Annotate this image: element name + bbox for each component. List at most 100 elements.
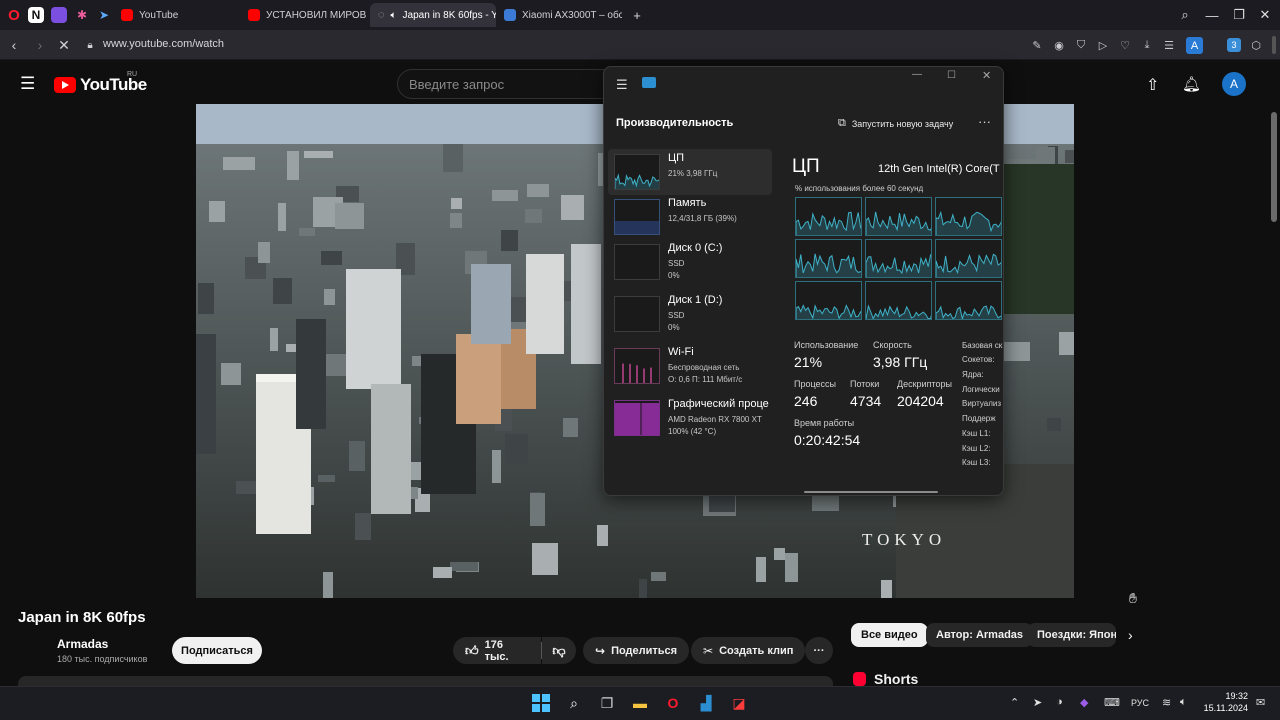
disk0-mini-graph [614,244,660,280]
amd-software-icon[interactable]: ◪ [728,692,750,714]
pinned-tab-slack-icon[interactable]: ✱ [72,5,92,25]
chip-trips[interactable]: Поездки: Японі [1027,623,1116,647]
tm-minimize-button[interactable]: — [912,69,922,80]
share-button[interactable]: ↪ Поделиться [583,637,690,664]
page-scrollbar[interactable] [1271,112,1277,222]
cpu-info-label: Кэш L2: [962,444,991,453]
memory-mini-graph [614,199,660,235]
minimize-button[interactable]: — [1203,6,1221,24]
notifications-bell-icon[interactable]: 🔔︎ [1182,75,1201,93]
search-input[interactable] [398,70,617,98]
extensions-cube-icon[interactable]: ⬡ [1249,38,1263,52]
volume-icon[interactable]: 🔈︎ [1180,696,1187,709]
city-building [1065,150,1074,163]
maximize-button[interactable]: ❐ [1230,6,1248,24]
tm-maximize-button[interactable]: ☐ [947,70,956,81]
heart-icon[interactable]: ♡ [1118,38,1132,52]
scissors-icon: ✂ [703,643,714,658]
search-tabs-icon[interactable]: ⌕ [1176,6,1194,24]
language-indicator[interactable]: РУС [1131,698,1149,708]
back-button[interactable]: ‹ [6,37,22,53]
pinned-tab-app-icon[interactable] [51,7,67,23]
account-avatar[interactable]: A [1222,72,1246,96]
chip-all-videos[interactable]: Все видео [851,623,928,647]
opera-menu-icon[interactable]: O [4,5,24,25]
discord-tray-icon[interactable]: ◆ [1080,696,1088,709]
city-building [1000,342,1030,361]
file-explorer-icon[interactable]: ▬ [629,692,651,714]
channel-name[interactable]: Armadas [57,637,108,651]
camera-icon[interactable]: ◉ [1052,38,1066,52]
tm-more-icon[interactable]: ··· [978,114,991,129]
run-new-task-button[interactable]: ⧉ Запустить новую задачу [838,117,953,130]
create-clip-button[interactable]: ✂ Создать клип [691,637,806,664]
pinned-tab-notion-icon[interactable]: N [28,7,44,23]
graph-trace [796,253,861,277]
tm-page-title: Производительность [616,117,734,129]
tab-youtube-2[interactable]: УСТАНОВИЛ МИРОВОЙ [240,3,366,27]
chip-author[interactable]: Автор: Armadas [926,623,1034,647]
city-building [318,475,335,482]
new-task-icon: ⧉ [838,117,846,129]
cpu-info-label: Кэш L3: [962,458,991,467]
opera-taskbar-icon[interactable]: O [662,692,684,714]
clock[interactable]: 19:32 15.11.2024 [1200,690,1248,714]
tab-japan-8k[interactable]: ◌ 🔈︎ Japan in 8K 60fps - Yo [370,3,496,27]
tm-sidebar-disk0[interactable]: Диск 0 (C:) SSD 0% [608,239,772,285]
tab-xiaomi[interactable]: Xiaomi AX3000T – обсуж [496,3,622,27]
new-tab-button[interactable]: + [628,6,646,24]
youtube-logo[interactable]: YouTube [54,75,147,95]
forward-button[interactable]: › [32,37,48,53]
taskbar-search-icon[interactable]: ⌕ [563,692,585,714]
wifi-icon[interactable]: ≋ [1162,696,1171,709]
extension-badge-icon[interactable]: 3 [1227,38,1241,52]
task-view-icon[interactable]: ❐ [596,692,618,714]
tm-close-button[interactable]: ✕ [982,69,991,82]
city-building [270,328,278,351]
tray-overflow-icon[interactable]: ⌃ [1010,696,1019,709]
pinned-tab-plane-icon[interactable]: ➤ [94,5,114,25]
tab-label: YouTube [139,9,179,21]
upload-icon[interactable]: ⇧ [1146,75,1159,95]
shorts-label: Shorts [874,671,919,687]
tm-sidebar-memory[interactable]: Память 12,4/31,8 ГБ (39%) [608,194,772,240]
telegram-tray-icon[interactable]: ➤ [1033,696,1042,709]
sidebar-handle[interactable] [1272,36,1276,54]
subscriber-count: 180 тыс. подписчиков [57,654,148,664]
tab-youtube[interactable]: YouTube [113,3,239,27]
chips-next-icon[interactable]: › [1128,627,1133,643]
more-actions-button[interactable]: ··· [805,637,833,664]
task-manager-taskbar-icon[interactable]: ▟ [695,692,717,714]
tm-horizontal-scrollbar[interactable] [804,491,938,493]
channel-avatar[interactable] [18,637,48,667]
edit-icon[interactable]: ✎ [1030,38,1044,52]
url-field[interactable]: www.youtube.com/watch [103,38,224,50]
play-icon[interactable]: ▷ [1096,38,1110,52]
stop-reload-button[interactable]: ✕ [56,37,72,53]
menu-list-icon[interactable]: ☰ [1162,38,1176,52]
cpu-mini-graph [614,154,660,190]
steam-tray-icon[interactable]: ◑ [1056,696,1063,708]
dislike-button[interactable]: 👎︎ [542,637,576,664]
keyboard-icon[interactable]: ⌨ [1104,696,1120,709]
like-button[interactable]: 👍︎ 176 тыс. [453,637,541,664]
hamburger-menu-icon[interactable]: ☰ [20,74,35,94]
download-icon[interactable]: ⤓ [1140,38,1154,52]
close-window-button[interactable]: ✕ [1256,6,1274,24]
city-building [221,363,241,385]
tm-sidebar-cpu[interactable]: ЦП 21% 3,98 ГГц [608,149,772,195]
tm-sidebar-gpu[interactable]: Графический проце AMD Radeon RX 7800 XT … [608,395,772,441]
description-box[interactable] [18,676,833,686]
city-building [323,572,333,598]
notification-center-icon[interactable]: ✉ [1256,696,1265,709]
tm-sidebar-wifi[interactable]: Wi-Fi Беспроводная сеть О: 0,6 П: 111 Мб… [608,343,772,389]
speaker-icon[interactable]: 🔈︎ [391,10,397,21]
profile-icon[interactable]: A [1186,37,1203,54]
start-button[interactable] [530,692,552,714]
shield-icon[interactable]: ⛉ [1074,38,1088,52]
tm-sidebar-disk1[interactable]: Диск 1 (D:) SSD 0% [608,291,772,337]
subscribe-button[interactable]: Подписаться [172,637,262,664]
tm-menu-icon[interactable]: ☰ [616,77,628,93]
sidebar-item-detail: 100% (42 °C) [668,427,717,436]
youtube-favicon-icon [248,9,260,21]
